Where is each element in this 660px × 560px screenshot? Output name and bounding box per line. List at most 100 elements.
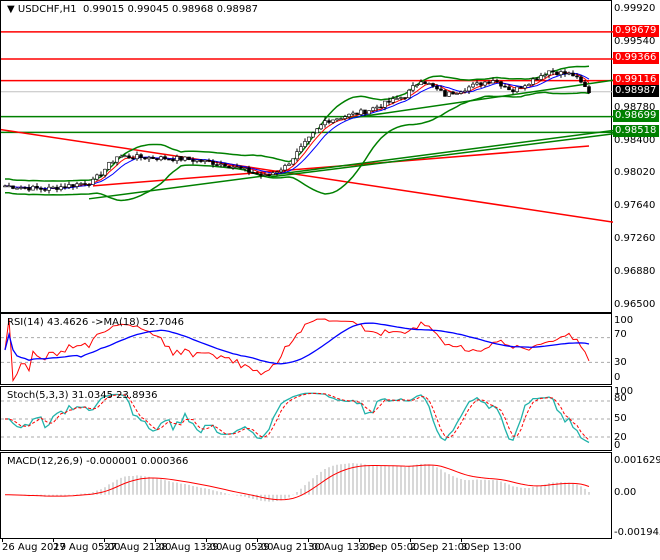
candle-body xyxy=(451,91,455,95)
candle-body xyxy=(275,171,279,174)
macd-tick: 0.00 xyxy=(614,487,637,498)
candle-body xyxy=(279,169,283,173)
candle-body xyxy=(435,85,439,90)
candle-body xyxy=(223,163,227,167)
candle-body xyxy=(39,187,43,190)
candle-body xyxy=(519,86,523,89)
candle-body xyxy=(487,81,491,84)
candle-body xyxy=(99,174,103,177)
candle-body xyxy=(183,156,187,161)
candle-body xyxy=(491,80,495,84)
candle-body xyxy=(367,110,371,115)
dropdown-triangle-icon[interactable]: ▼ xyxy=(7,4,15,15)
candle-body xyxy=(115,156,119,163)
stoch-tick: 50 xyxy=(614,413,627,424)
candle-body xyxy=(91,178,95,185)
candle-body xyxy=(331,119,335,123)
trend-line xyxy=(88,129,613,200)
candle-body xyxy=(63,186,67,189)
candle-body xyxy=(235,166,239,169)
candle-body xyxy=(11,185,15,189)
rsi-tick: 70 xyxy=(614,329,627,340)
candle-body xyxy=(383,100,387,108)
macd-title: MACD(12,26,9) -0.000001 0.000366 xyxy=(7,456,189,467)
candle-body xyxy=(483,81,487,86)
candle-body xyxy=(199,159,203,162)
candle-body xyxy=(339,118,343,120)
candle-body xyxy=(119,155,123,158)
candle-body xyxy=(463,90,467,93)
price-tick: 0.96880 xyxy=(614,266,656,278)
candle-body xyxy=(283,165,287,171)
candle-body xyxy=(315,128,319,134)
candle-body xyxy=(203,159,207,162)
candle-body xyxy=(375,106,379,109)
close-value: 0.98987 xyxy=(216,4,258,15)
candle-body xyxy=(23,187,27,189)
candle-body xyxy=(427,83,431,85)
candle-body xyxy=(263,174,267,176)
candle-body xyxy=(179,156,183,161)
candle-body xyxy=(567,72,571,75)
candle-body xyxy=(43,189,47,191)
candle-body xyxy=(71,184,75,187)
candle-body xyxy=(443,90,447,97)
candle-body xyxy=(327,120,331,123)
high-value: 0.99045 xyxy=(127,4,169,15)
candle-body xyxy=(379,106,383,109)
candle-body xyxy=(307,136,311,142)
candle-body xyxy=(447,91,451,97)
macd-panel[interactable]: MACD(12,26,9) -0.000001 0.000366 xyxy=(0,452,612,539)
candle-body xyxy=(539,75,543,80)
candle-body xyxy=(415,84,419,87)
candle-body xyxy=(123,155,127,158)
candle-body xyxy=(583,81,587,87)
candle-body xyxy=(343,116,347,119)
candle-body xyxy=(455,93,459,95)
candle-body xyxy=(19,187,23,189)
candle-body xyxy=(371,107,375,111)
price-chart-panel[interactable]: ▼ USDCHF,H1 0.99015 0.99045 0.98968 0.98… xyxy=(0,0,613,313)
candle-body xyxy=(47,186,51,191)
stochastic-panel[interactable]: Stoch(5,3,3) 31.0345 23.8936 xyxy=(0,386,613,451)
candle-body xyxy=(267,174,271,176)
candle-body xyxy=(3,185,7,188)
price-tick: 0.97260 xyxy=(614,233,656,245)
candle-body xyxy=(475,82,479,85)
candle-body xyxy=(507,86,511,91)
price-level-tag: 0.99366 xyxy=(613,51,659,64)
candle-body xyxy=(259,173,263,176)
price-tick: 0.99920 xyxy=(614,3,656,14)
price-tick: 0.99540 xyxy=(614,35,656,47)
candle-body xyxy=(87,184,91,186)
candle-body xyxy=(471,83,475,88)
macd-tick: 0.001629 xyxy=(614,455,660,466)
candle-body xyxy=(535,78,539,81)
candle-body xyxy=(323,120,327,126)
candle-body xyxy=(251,172,255,174)
candle-body xyxy=(527,84,531,87)
candle-body xyxy=(587,86,591,93)
candle-body xyxy=(79,183,83,185)
candle-body xyxy=(231,166,235,169)
candle-body xyxy=(551,70,555,73)
candle-body xyxy=(319,124,323,130)
candle-body xyxy=(31,185,35,191)
candle-body xyxy=(531,78,535,85)
trend-line xyxy=(1,128,613,223)
candle-body xyxy=(215,164,219,166)
candle-body xyxy=(555,71,559,76)
candle-body xyxy=(75,183,79,187)
rsi-tick: 100 xyxy=(614,315,634,326)
time-tick xyxy=(257,538,258,542)
rsi-panel[interactable]: RSI(14) 43.4626 ->MA(18) 52.7046 xyxy=(0,313,613,385)
candle-body xyxy=(355,112,359,115)
time-tick xyxy=(2,538,3,542)
price-chart xyxy=(1,31,613,223)
stoch-tick: 0 xyxy=(614,440,621,451)
candle-body xyxy=(195,159,199,162)
candle-body xyxy=(391,98,395,103)
candle-body xyxy=(7,185,11,188)
candle-body xyxy=(403,97,407,99)
stoch-tick: 80 xyxy=(614,393,627,404)
